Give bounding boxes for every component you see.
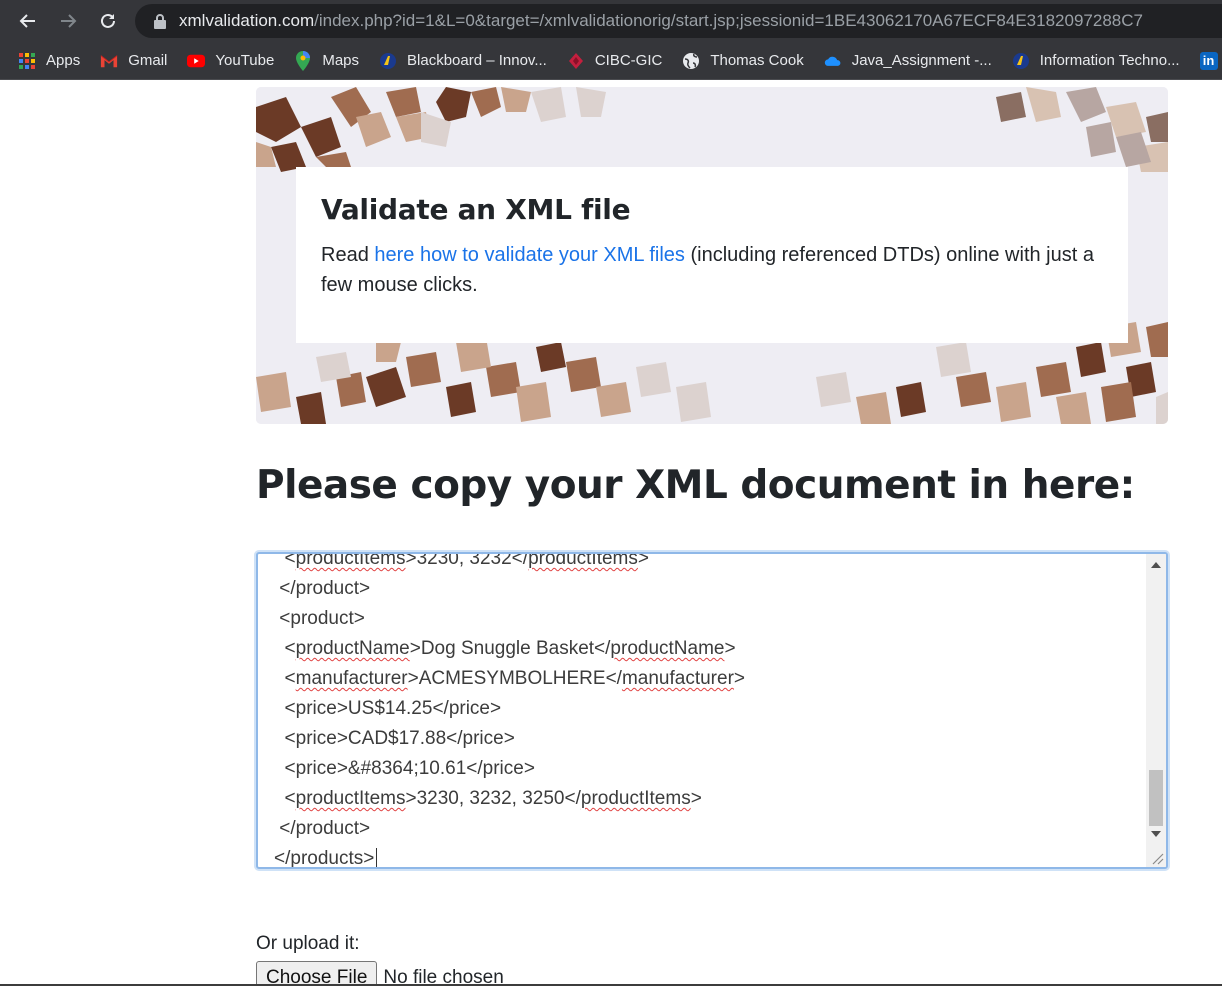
spellcheck-flagged-word: productName <box>610 638 725 659</box>
bookmark-information-technology[interactable]: Information Techno... <box>1012 52 1180 70</box>
spellcheck-flagged-word: productItems <box>295 788 406 809</box>
url-path: /index.php?id=1&L=0&target=/xmlvalidatio… <box>314 11 1143 30</box>
xml-line: </product> <box>274 818 371 839</box>
bookmark-label: Information Techno... <box>1039 52 1180 69</box>
cibc-icon <box>567 52 585 70</box>
youtube-icon <box>187 52 206 70</box>
blackboard-icon <box>1012 52 1030 70</box>
hero-card: Validate an XML file Read here how to va… <box>296 167 1128 343</box>
xml-line: <productItems>3230, 3232, 3250</productI… <box>274 788 702 809</box>
bookmark-label: YouTube <box>215 52 275 69</box>
bookmark-gmail[interactable]: Gmail <box>100 52 167 70</box>
xml-line: <manufacturer>ACMESYMBOLHERE</manufactur… <box>274 668 746 689</box>
gmail-icon <box>100 52 118 70</box>
bookmark-label: Blackboard – Innov... <box>407 52 547 69</box>
spellcheck-flagged-word: productItems <box>528 552 638 569</box>
bookmark-thomas-cook[interactable]: Thomas Cook <box>682 52 804 70</box>
xml-line: <productName>Dog Snuggle Basket</product… <box>274 638 736 659</box>
scroll-up-arrow-icon[interactable] <box>1146 556 1166 574</box>
bookmark-java-assignment[interactable]: Java_Assignment -... <box>824 52 992 70</box>
hero-banner: Validate an XML file Read here how to va… <box>256 87 1168 424</box>
bookmark-label: Maps <box>322 52 360 69</box>
maps-pin-icon <box>294 50 312 71</box>
apps-grid-icon <box>18 52 36 70</box>
xml-line: <price>US$14.25</price> <box>274 698 502 719</box>
arrow-right-icon <box>61 14 77 28</box>
bookmark-label: Apps <box>46 52 81 69</box>
xml-line: <price>CAD$17.88</price> <box>274 728 515 749</box>
back-button[interactable] <box>8 0 48 42</box>
address-bar[interactable]: xmlvalidation.com/index.php?id=1&L=0&tar… <box>135 4 1222 38</box>
arrow-left-icon <box>19 14 35 28</box>
text-caret <box>376 847 378 867</box>
browser-toolbar: xmlvalidation.com/index.php?id=1&L=0&tar… <box>0 0 1222 42</box>
xml-line: </products> <box>274 844 745 867</box>
hero-title: Validate an XML file <box>321 193 631 226</box>
bookmark-maps[interactable]: Maps <box>294 50 360 71</box>
bookmark-blackboard[interactable]: Blackboard – Innov... <box>379 52 547 70</box>
bookmark-label: Thomas Cook <box>710 52 804 69</box>
page-heading: Please copy your XML document in here: <box>256 463 1135 508</box>
onedrive-cloud-icon <box>824 52 842 70</box>
reload-icon <box>101 13 115 28</box>
xml-line: <product> <box>274 608 365 629</box>
bookmark-label: CIBC-GIC <box>594 52 663 69</box>
xml-line: </product> <box>274 578 371 599</box>
xml-line: <productItems>3230, 3232</productItems> <box>274 552 745 574</box>
blackboard-icon <box>379 52 397 70</box>
url-host: xmlvalidation.com <box>179 11 315 30</box>
spellcheck-flagged-word: manufacturer <box>295 668 408 689</box>
forward-button[interactable] <box>48 0 88 42</box>
bookmark-linkedin[interactable]: in <box>1199 51 1222 70</box>
validate-howto-link[interactable]: here how to validate your XML files <box>374 244 685 266</box>
scroll-down-arrow-icon[interactable] <box>1146 825 1166 843</box>
page-content: Validate an XML file Read here how to va… <box>0 81 1222 986</box>
textarea-scrollbar[interactable] <box>1146 554 1166 867</box>
spellcheck-flagged-word: productItems <box>295 552 406 569</box>
bookmark-label: Gmail <box>128 52 168 69</box>
choose-file-button[interactable]: Choose File <box>256 961 378 986</box>
globe-icon <box>682 52 700 70</box>
spellcheck-flagged-word: productName <box>295 638 410 659</box>
reload-button[interactable] <box>88 0 128 42</box>
xml-content: <productItems>3230, 3232</productItems> … <box>274 552 746 867</box>
bookmarks-bar: Apps Gmail YouTube Maps Blackboard – Inn… <box>0 42 1222 80</box>
xml-textarea[interactable]: <productItems>3230, 3232</productItems> … <box>256 552 1168 869</box>
hero-text: Read here how to validate your XML files… <box>321 240 1103 300</box>
spellcheck-flagged-word: productItems <box>580 788 691 809</box>
resize-grip-icon[interactable] <box>1150 851 1164 865</box>
bookmark-apps[interactable]: Apps <box>18 52 80 70</box>
scroll-thumb[interactable] <box>1149 770 1163 826</box>
bookmark-label: Java_Assignment -... <box>851 52 992 69</box>
lock-icon <box>154 14 166 29</box>
spellcheck-flagged-word: manufacturer <box>621 668 734 689</box>
upload-label: Or upload it: <box>256 933 360 954</box>
xml-line: <price>&#8364;10.61</price> <box>274 758 535 779</box>
hero-text-before: Read <box>321 244 375 266</box>
bookmark-cibc[interactable]: CIBC-GIC <box>567 52 663 70</box>
url-text: xmlvalidation.com/index.php?id=1&L=0&tar… <box>179 11 1143 31</box>
file-upload: Choose File No file chosen <box>256 961 504 986</box>
linkedin-icon: in <box>1199 51 1218 70</box>
bookmark-youtube[interactable]: YouTube <box>187 52 274 70</box>
